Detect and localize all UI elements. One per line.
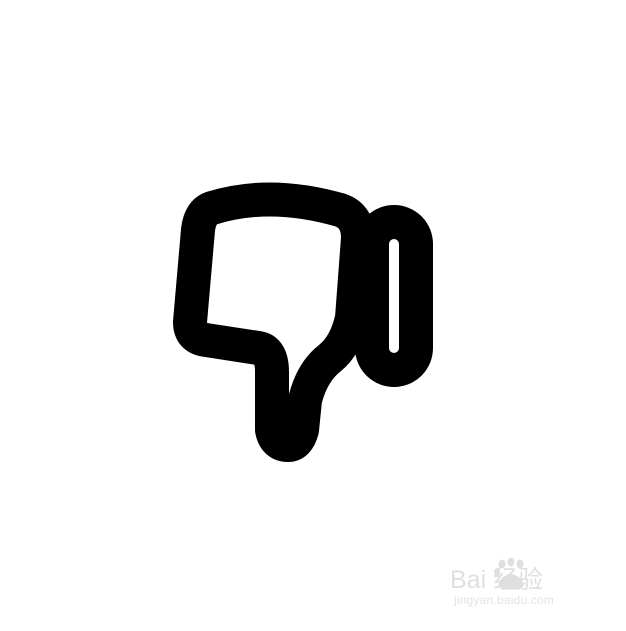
image-canvas: Bai 经验 jingyan.baidu.com [0,0,626,626]
thumbs-down-icon [0,0,626,626]
thumbs-down-hand-outline [173,182,375,462]
thumbs-down-cuff-outline [355,205,433,387]
thumbs-down-svg [173,182,433,462]
